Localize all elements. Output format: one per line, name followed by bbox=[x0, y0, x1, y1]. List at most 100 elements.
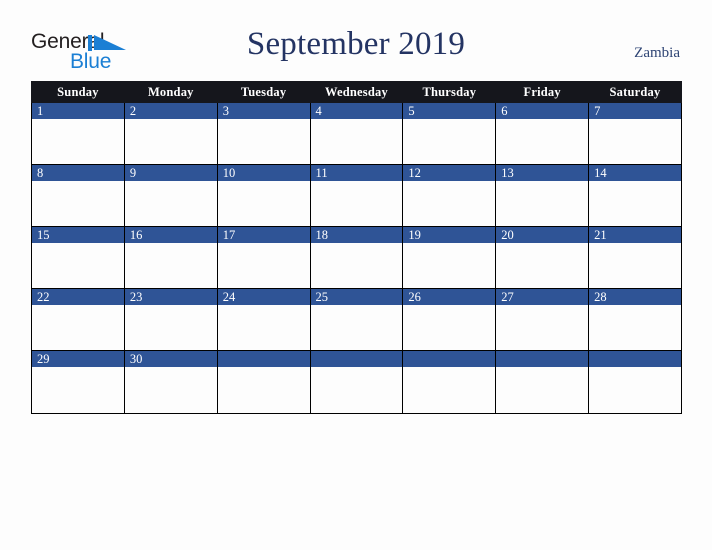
day-number: 4 bbox=[310, 103, 403, 119]
day-events-area[interactable] bbox=[403, 243, 496, 288]
day-events-area[interactable] bbox=[217, 181, 310, 226]
day-events-area[interactable] bbox=[124, 367, 217, 413]
day-number: 23 bbox=[124, 289, 217, 305]
day-cell[interactable]: 16 bbox=[123, 226, 218, 289]
day-number: 11 bbox=[310, 165, 403, 181]
day-events-area[interactable] bbox=[496, 243, 589, 288]
calendar-body: 1 2 3 4 5 6 7 8 9 10 11 12 13 14 15 16 1… bbox=[31, 102, 682, 414]
day-events-area[interactable] bbox=[124, 305, 217, 350]
day-events-area[interactable] bbox=[217, 243, 310, 288]
day-events-area[interactable] bbox=[32, 181, 124, 226]
day-cell[interactable]: 20 bbox=[495, 226, 590, 289]
day-cell-empty bbox=[216, 350, 311, 414]
day-number bbox=[496, 351, 589, 367]
day-cell[interactable]: 30 bbox=[123, 350, 218, 414]
day-cell[interactable]: 14 bbox=[588, 164, 682, 227]
day-cell[interactable]: 15 bbox=[31, 226, 125, 289]
day-cell[interactable]: 19 bbox=[402, 226, 497, 289]
day-cell[interactable]: 2 bbox=[123, 102, 218, 165]
day-events-area[interactable] bbox=[403, 181, 496, 226]
day-cell[interactable]: 26 bbox=[402, 288, 497, 351]
day-number: 20 bbox=[496, 227, 589, 243]
day-number: 22 bbox=[32, 289, 124, 305]
day-events-area[interactable] bbox=[124, 119, 217, 164]
day-number bbox=[403, 351, 496, 367]
day-number: 10 bbox=[217, 165, 310, 181]
day-number: 27 bbox=[496, 289, 589, 305]
day-events-area[interactable] bbox=[496, 305, 589, 350]
day-events-area[interactable] bbox=[217, 305, 310, 350]
day-events-area[interactable] bbox=[310, 181, 403, 226]
day-cell-empty bbox=[402, 350, 497, 414]
day-cell[interactable]: 12 bbox=[402, 164, 497, 227]
day-events-area[interactable] bbox=[403, 305, 496, 350]
day-number: 14 bbox=[589, 165, 681, 181]
day-number: 2 bbox=[124, 103, 217, 119]
day-cell[interactable]: 1 bbox=[31, 102, 125, 165]
day-cell[interactable]: 6 bbox=[495, 102, 590, 165]
day-number bbox=[310, 351, 403, 367]
weekday-header-wednesday: Wednesday bbox=[309, 81, 404, 103]
day-cell[interactable]: 5 bbox=[402, 102, 497, 165]
weekday-header-tuesday: Tuesday bbox=[216, 81, 311, 103]
day-events-area[interactable] bbox=[589, 243, 681, 288]
day-number: 3 bbox=[217, 103, 310, 119]
day-events-area[interactable] bbox=[217, 119, 310, 164]
weekday-header-friday: Friday bbox=[495, 81, 590, 103]
day-cell[interactable]: 29 bbox=[31, 350, 125, 414]
weekday-header-saturday: Saturday bbox=[588, 81, 682, 103]
day-events-area[interactable] bbox=[403, 119, 496, 164]
day-cell[interactable]: 27 bbox=[495, 288, 590, 351]
day-cell[interactable]: 9 bbox=[123, 164, 218, 227]
day-cell[interactable]: 11 bbox=[309, 164, 404, 227]
day-events-area[interactable] bbox=[32, 367, 124, 413]
day-cell[interactable]: 17 bbox=[216, 226, 311, 289]
day-number: 29 bbox=[32, 351, 124, 367]
day-cell-empty bbox=[309, 350, 404, 414]
day-number bbox=[589, 351, 681, 367]
day-number: 30 bbox=[124, 351, 217, 367]
day-number: 6 bbox=[496, 103, 589, 119]
calendar-week-row: 15 16 17 18 19 20 21 bbox=[31, 226, 682, 289]
day-cell[interactable]: 4 bbox=[309, 102, 404, 165]
day-cell[interactable]: 24 bbox=[216, 288, 311, 351]
day-cell[interactable]: 23 bbox=[123, 288, 218, 351]
day-cell-empty bbox=[495, 350, 590, 414]
day-events-area[interactable] bbox=[310, 305, 403, 350]
day-events-area[interactable] bbox=[589, 181, 681, 226]
day-events-area[interactable] bbox=[32, 243, 124, 288]
day-number: 16 bbox=[124, 227, 217, 243]
day-cell[interactable]: 28 bbox=[588, 288, 682, 351]
page-header: General Blue September 2019 Zambia bbox=[0, 0, 712, 80]
day-cell[interactable]: 7 bbox=[588, 102, 682, 165]
day-cell[interactable]: 21 bbox=[588, 226, 682, 289]
day-events-area[interactable] bbox=[589, 305, 681, 350]
day-number bbox=[217, 351, 310, 367]
day-events-area bbox=[403, 367, 496, 413]
day-cell[interactable]: 25 bbox=[309, 288, 404, 351]
day-cell[interactable]: 13 bbox=[495, 164, 590, 227]
day-events-area[interactable] bbox=[124, 243, 217, 288]
day-events-area[interactable] bbox=[496, 119, 589, 164]
weekday-header-thursday: Thursday bbox=[402, 81, 497, 103]
calendar-header-row: Sunday Monday Tuesday Wednesday Thursday… bbox=[31, 81, 682, 103]
day-number: 28 bbox=[589, 289, 681, 305]
day-number: 7 bbox=[589, 103, 681, 119]
day-events-area[interactable] bbox=[589, 119, 681, 164]
day-events-area[interactable] bbox=[496, 181, 589, 226]
day-cell[interactable]: 3 bbox=[216, 102, 311, 165]
day-number: 9 bbox=[124, 165, 217, 181]
day-number: 13 bbox=[496, 165, 589, 181]
day-cell[interactable]: 8 bbox=[31, 164, 125, 227]
day-events-area[interactable] bbox=[32, 119, 124, 164]
page-title: September 2019 bbox=[246, 26, 466, 62]
day-events-area[interactable] bbox=[124, 181, 217, 226]
day-cell[interactable]: 10 bbox=[216, 164, 311, 227]
day-cell[interactable]: 22 bbox=[31, 288, 125, 351]
day-number: 1 bbox=[32, 103, 124, 119]
day-events-area[interactable] bbox=[310, 119, 403, 164]
day-number: 17 bbox=[217, 227, 310, 243]
day-cell[interactable]: 18 bbox=[309, 226, 404, 289]
day-events-area[interactable] bbox=[32, 305, 124, 350]
day-events-area[interactable] bbox=[310, 243, 403, 288]
